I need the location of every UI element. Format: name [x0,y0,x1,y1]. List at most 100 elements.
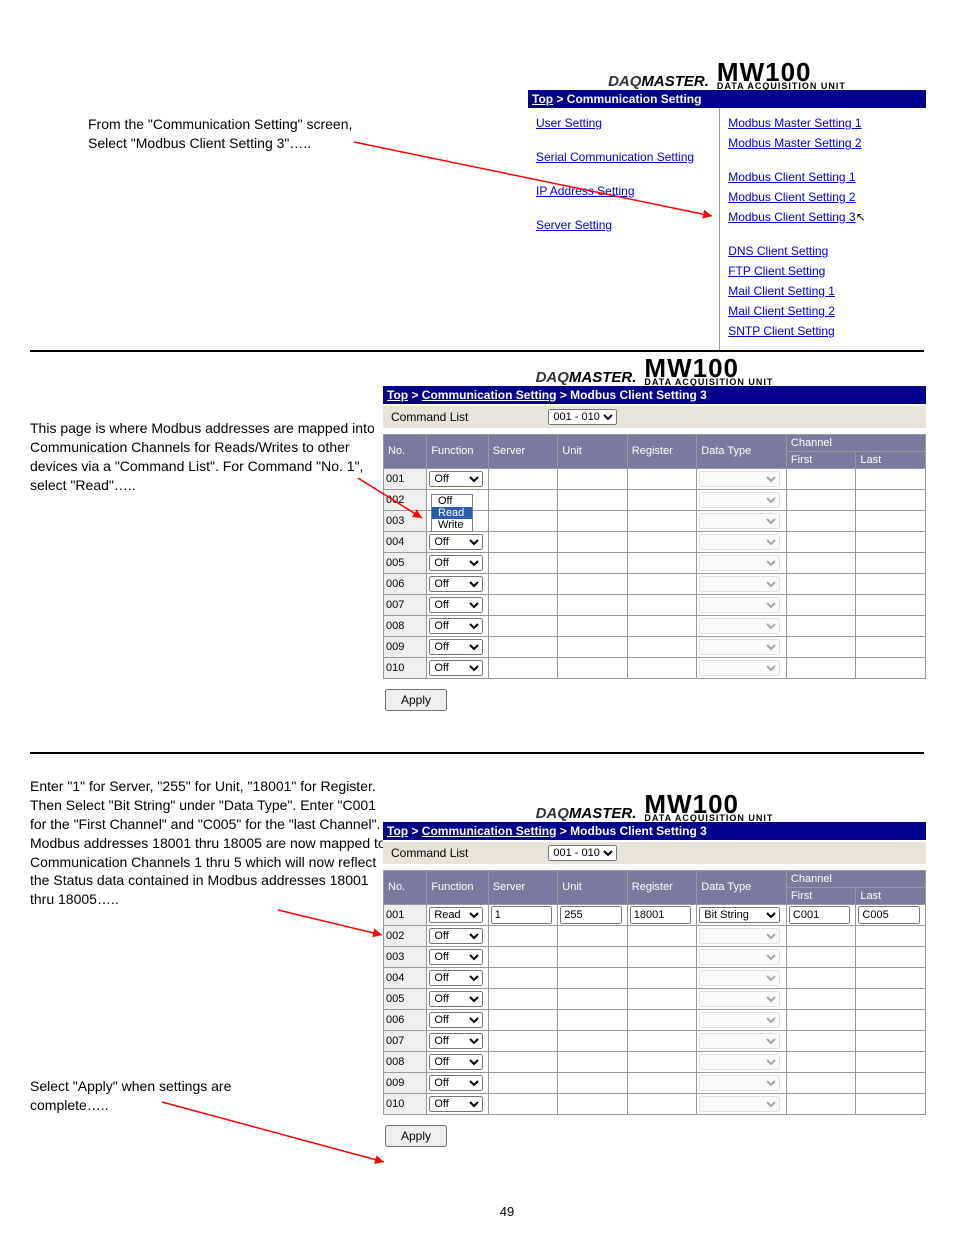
link-ftp-client[interactable]: FTP Client Setting [728,264,825,278]
range-select[interactable]: 001 - 010 [548,409,617,425]
table-row: 006Off [384,1009,926,1030]
function-select[interactable]: Off [429,576,483,592]
link-modbus-client-2[interactable]: Modbus Client Setting 2 [728,190,855,204]
instruction-4: Select "Apply" when settings are complet… [30,1077,290,1115]
datatype-select[interactable] [699,928,779,944]
datatype-select[interactable] [699,492,779,508]
link-mail-client-2[interactable]: Mail Client Setting 2 [728,304,835,318]
th-datatype: Data Type [697,870,787,904]
function-select[interactable]: Off [429,1096,483,1112]
link-serial-comm[interactable]: Serial Communication Setting [536,150,694,164]
datatype-select[interactable] [699,555,779,571]
table-row: 001Off [384,468,926,489]
function-select[interactable]: Off [429,1054,483,1070]
datatype-select[interactable]: Bit String [699,907,779,923]
datatype-select[interactable] [699,639,779,655]
range-select[interactable]: 001 - 010 [548,845,617,861]
mw100-logo: MW100DATA ACQUISITION UNIT [644,794,773,822]
mw100-logo: MW100DATA ACQUISITION UNIT [644,358,773,386]
datatype-select[interactable] [699,576,779,592]
function-select[interactable]: Off [429,471,483,487]
table-row: 004Off [384,967,926,988]
function-select[interactable]: Off [429,970,483,986]
datatype-select[interactable] [699,1012,779,1028]
datatype-select[interactable] [699,513,779,529]
breadcrumb: Top > Communication Setting > Modbus Cli… [383,822,926,840]
last-channel-input[interactable] [858,906,919,924]
datatype-select[interactable] [699,597,779,613]
server-input[interactable] [491,906,552,924]
th-function: Function [427,434,488,468]
unit-input[interactable] [560,906,621,924]
link-modbus-master-2[interactable]: Modbus Master Setting 2 [728,136,861,150]
table-row: 009Off [384,636,926,657]
breadcrumb-top[interactable]: Top [387,824,408,838]
datatype-select[interactable] [699,949,779,965]
function-select[interactable]: Off [429,534,483,550]
breadcrumb-top[interactable]: Top [387,388,408,402]
command-list-label: Command List [391,410,468,424]
link-modbus-client-1[interactable]: Modbus Client Setting 1 [728,170,855,184]
function-select[interactable]: Off [429,555,483,571]
datatype-select[interactable] [699,1096,779,1112]
function-select[interactable]: Off [429,597,483,613]
panel-comm-setting: DAQMASTER. MW100DATA ACQUISITION UNIT To… [528,62,926,352]
table-row: 001 Read Bit String [384,904,926,925]
command-table: No. Function Server Unit Register Data T… [383,434,926,679]
dd-option-read[interactable]: Read [432,507,472,519]
daqmaster-logo: DAQMASTER. [536,369,637,386]
logo-row: DAQMASTER. MW100DATA ACQUISITION UNIT [383,794,926,822]
function-dropdown-open[interactable]: Off Read Write [431,494,473,532]
dd-option-off[interactable]: Off [432,495,472,507]
link-user-setting[interactable]: User Setting [536,116,602,130]
function-select[interactable]: Off [429,1012,483,1028]
th-unit: Unit [558,870,628,904]
apply-button[interactable]: Apply [385,1125,447,1147]
datatype-select[interactable] [699,534,779,550]
table-row: 004Off [384,531,926,552]
link-ip-address[interactable]: IP Address Setting [536,184,635,198]
datatype-select[interactable] [699,1054,779,1070]
table-row: 010Off [384,1093,926,1114]
breadcrumb-comm[interactable]: Communication Setting [422,824,557,838]
th-function: Function [427,870,488,904]
datatype-select[interactable] [699,1075,779,1091]
dd-option-write[interactable]: Write [432,519,472,531]
link-server-setting[interactable]: Server Setting [536,218,612,232]
breadcrumb-comm[interactable]: Communication Setting [422,388,557,402]
th-register: Register [627,434,697,468]
datatype-select[interactable] [699,991,779,1007]
datatype-select[interactable] [699,970,779,986]
table-row: 005Off [384,552,926,573]
function-select[interactable]: Off [429,1075,483,1091]
link-modbus-master-1[interactable]: Modbus Master Setting 1 [728,116,861,130]
function-select[interactable]: Off [429,618,483,634]
link-sntp-client[interactable]: SNTP Client Setting [728,324,835,338]
register-input[interactable] [630,906,691,924]
function-select[interactable]: Off [429,949,483,965]
logo-row: DAQMASTER. MW100DATA ACQUISITION UNIT [528,62,926,90]
table-row: 005Off [384,988,926,1009]
datatype-select[interactable] [699,660,779,676]
apply-button[interactable]: Apply [385,689,447,711]
function-select[interactable]: Off [429,991,483,1007]
link-mail-client-1[interactable]: Mail Client Setting 1 [728,284,835,298]
function-select[interactable]: Read [429,907,483,923]
datatype-select[interactable] [699,471,779,487]
breadcrumb-top[interactable]: Top [532,92,553,106]
daqmaster-logo: DAQMASTER. [608,73,709,90]
first-channel-input[interactable] [789,906,850,924]
command-list-label: Command List [391,846,468,860]
datatype-select[interactable] [699,1033,779,1049]
table-row: 009Off [384,1072,926,1093]
link-modbus-client-3[interactable]: Modbus Client Setting 3 [728,210,855,224]
function-select[interactable]: Off [429,639,483,655]
logo-row: DAQMASTER. MW100DATA ACQUISITION UNIT [383,358,926,386]
link-dns-client[interactable]: DNS Client Setting [728,244,828,258]
instruction-2: This page is where Modbus addresses are … [30,419,380,495]
function-select[interactable]: Off [429,1033,483,1049]
function-select[interactable]: Off [429,660,483,676]
datatype-select[interactable] [699,618,779,634]
function-select[interactable]: Off [429,928,483,944]
breadcrumb: Top > Communication Setting [528,90,926,108]
